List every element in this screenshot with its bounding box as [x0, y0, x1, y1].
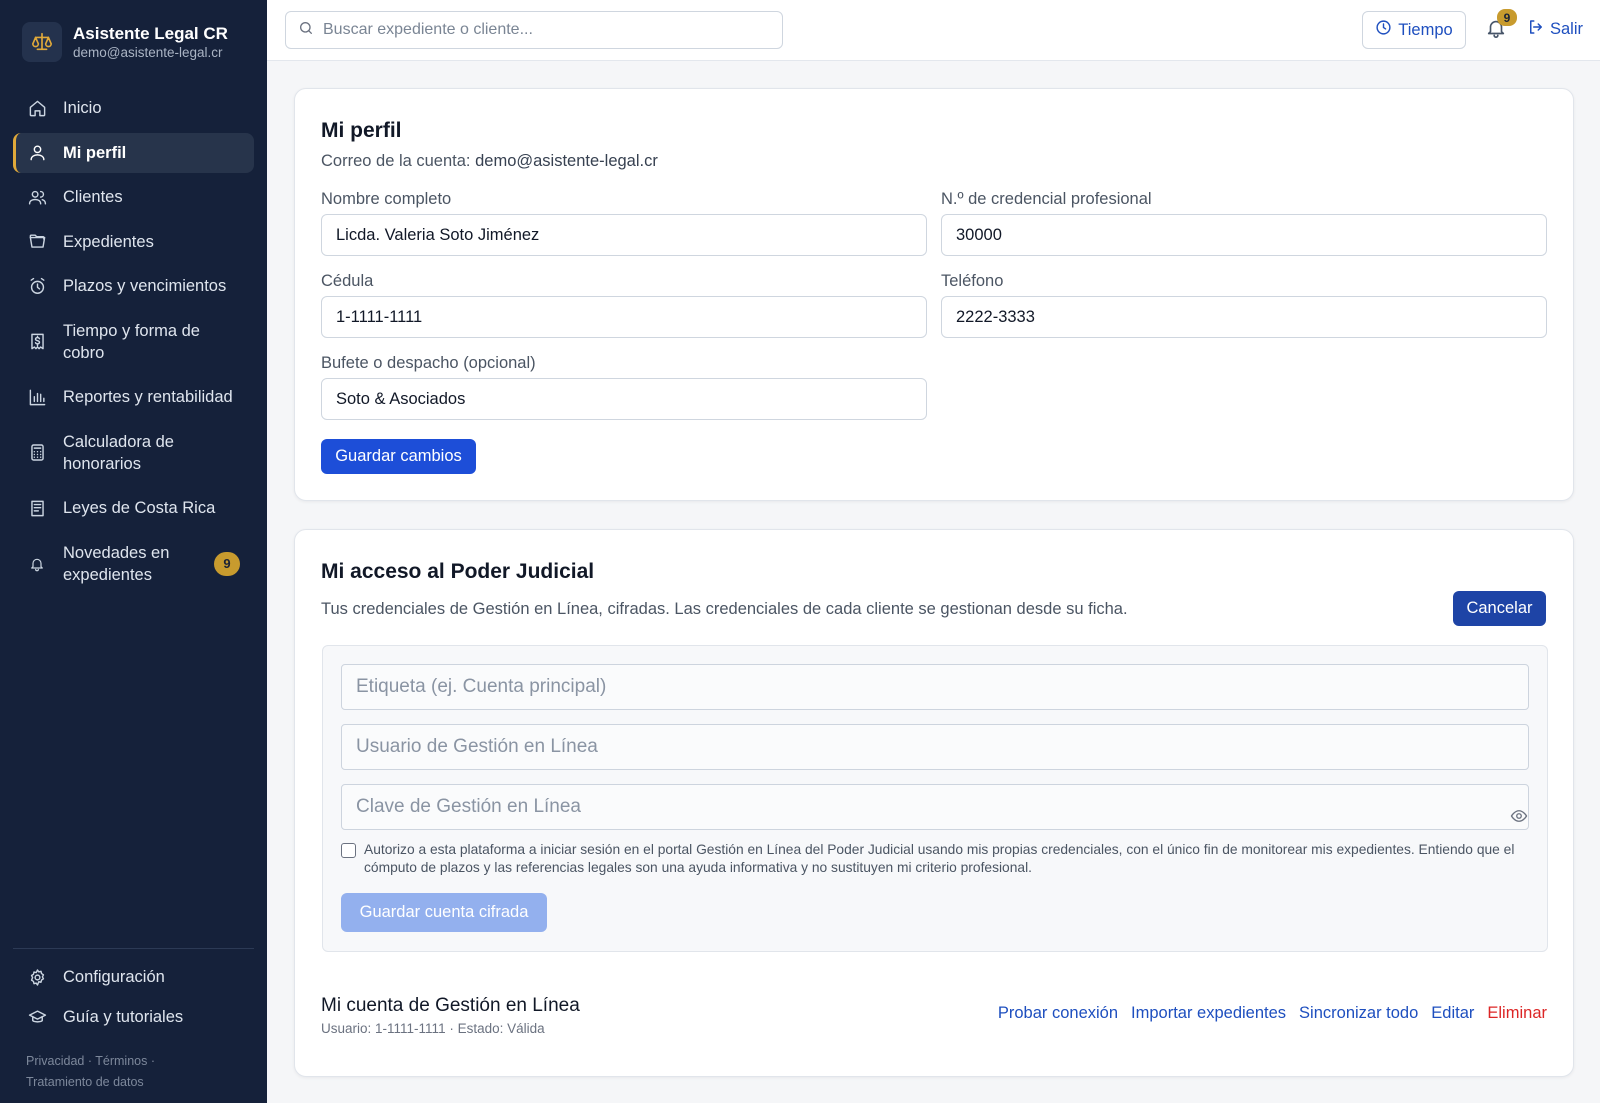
judicial-description: Tus credenciales de Gestión en Línea, ci… [321, 600, 1128, 618]
clock-icon [1375, 19, 1398, 41]
sidebar-item-clientes[interactable]: Clientes [13, 177, 254, 217]
search-box [285, 11, 783, 49]
brand-email: demo@asistente-legal.cr [73, 44, 223, 60]
brand-name: Asistente Legal CR [73, 23, 228, 43]
consent-checkbox[interactable] [341, 843, 356, 858]
credential-label-field[interactable] [341, 664, 1529, 710]
sidebar-bottom: Configuración Guía y tutoriales [13, 948, 254, 1037]
sidebar-nav: Inicio Mi perfil Clientes Expedientes Pl… [13, 88, 254, 599]
sidebar-item-calculadora[interactable]: Calculadora de honorarios [13, 422, 254, 484]
sidebar-item-label: Calculadora de honorarios [63, 432, 174, 473]
profile-title: Mi perfil [321, 119, 402, 142]
sidebar-item-label: Inicio [63, 99, 102, 117]
home-icon [27, 98, 47, 118]
sidebar-item-plazos[interactable]: Plazos y vencimientos [13, 266, 254, 306]
save-encrypted-account-button[interactable]: Guardar cuenta cifrada [341, 893, 547, 932]
edit-link[interactable]: Editar [1431, 1004, 1474, 1023]
sidebar-item-tiempo-cobro[interactable]: Tiempo y forma de cobro [13, 311, 254, 373]
bell-icon [27, 554, 47, 574]
sidebar-item-label: Tiempo y forma de cobro [63, 321, 200, 362]
sidebar-item-label: Plazos y vencimientos [63, 277, 227, 295]
delete-link[interactable]: Eliminar [1487, 1004, 1547, 1023]
alarm-clock-icon [27, 276, 47, 296]
cedula-label: Cédula [321, 272, 374, 290]
sidebar-item-inicio[interactable]: Inicio [13, 88, 254, 128]
import-cases-link[interactable]: Importar expedientes [1131, 1004, 1286, 1023]
judicial-access-card: Mi acceso al Poder Judicial Tus credenci… [294, 529, 1574, 1077]
separator: · [147, 1054, 155, 1068]
cedula-field[interactable] [321, 296, 927, 338]
privacy-link[interactable]: Privacidad [26, 1054, 84, 1068]
sidebar-item-novedades[interactable]: Novedades en expedientes 9 [13, 533, 254, 595]
terms-link[interactable]: Términos [95, 1054, 147, 1068]
credentials-form: Autorizo a esta plataforma a iniciar ses… [322, 645, 1548, 952]
sidebar-item-reportes[interactable]: Reportes y rentabilidad [13, 377, 254, 417]
eye-icon[interactable] [1509, 806, 1529, 826]
book-icon [27, 498, 47, 518]
sidebar-item-label: Mi perfil [63, 143, 127, 162]
telefono-label: Teléfono [941, 272, 1004, 290]
tiempo-label: Tiempo [1398, 20, 1453, 39]
gear-icon [27, 967, 47, 987]
bufete-field[interactable] [321, 378, 927, 420]
gestion-password-field[interactable] [341, 784, 1529, 830]
bufete-label: Bufete o despacho (opcional) [321, 354, 536, 372]
account-title: Mi cuenta de Gestión en Línea [321, 995, 580, 1016]
sidebar-item-label: Configuración [63, 968, 165, 986]
cancel-button[interactable]: Cancelar [1453, 591, 1546, 626]
consent-row: Autorizo a esta plataforma a iniciar ses… [341, 841, 1521, 877]
account-email-value: demo@asistente-legal.cr [475, 152, 658, 170]
account-actions: Probar conexión Importar expedientes Sin… [985, 1004, 1547, 1023]
bar-chart-icon [27, 387, 47, 407]
profile-card: Mi perfil Correo de la cuenta: demo@asis… [294, 88, 1574, 501]
top-bar: Tiempo 9 Salir [267, 0, 1600, 61]
folder-icon [27, 232, 47, 252]
credencial-label: N.º de credencial profesional [941, 190, 1152, 208]
judicial-title: Mi acceso al Poder Judicial [321, 560, 595, 583]
nombre-label: Nombre completo [321, 190, 452, 208]
gestion-user-field[interactable] [341, 724, 1529, 770]
account-email-label: Correo de la cuenta: [321, 152, 471, 170]
sidebar: Asistente Legal CR demo@asistente-legal.… [0, 0, 267, 1103]
save-profile-button[interactable]: Guardar cambios [321, 439, 476, 474]
sidebar-item-expedientes[interactable]: Expedientes [13, 222, 254, 262]
sidebar-item-label: Leyes de Costa Rica [63, 499, 216, 517]
credencial-field[interactable] [941, 214, 1547, 256]
account-status: Usuario: 1-1111-1111 · Estado: Válida [321, 1021, 545, 1036]
graduation-cap-icon [27, 1007, 47, 1027]
test-connection-link[interactable]: Probar conexión [998, 1004, 1118, 1023]
separator: · [84, 1054, 96, 1068]
legal-links: Privacidad · Términos · Tratamiento de d… [26, 1051, 246, 1093]
sidebar-item-label: Guía y tutoriales [63, 1008, 184, 1026]
user-icon [27, 143, 47, 163]
logout-button[interactable]: Salir [1527, 18, 1583, 41]
users-icon [27, 187, 47, 207]
sidebar-item-leyes[interactable]: Leyes de Costa Rica [13, 488, 254, 528]
search-icon [298, 20, 314, 41]
sidebar-item-configuracion[interactable]: Configuración [13, 957, 254, 997]
brand: Asistente Legal CR demo@asistente-legal.… [22, 22, 228, 62]
notification-badge: 9 [1497, 9, 1517, 26]
logout-label: Salir [1550, 20, 1584, 38]
tiempo-button[interactable]: Tiempo [1362, 11, 1466, 49]
data-treatment-link[interactable]: Tratamiento de datos [26, 1075, 144, 1089]
sidebar-item-mi-perfil[interactable]: Mi perfil [13, 132, 254, 173]
sidebar-item-guia[interactable]: Guía y tutoriales [13, 997, 254, 1037]
notification-count-badge: 9 [214, 551, 240, 576]
logout-icon [1527, 18, 1550, 41]
receipt-icon [27, 332, 47, 352]
sidebar-item-label: Clientes [63, 188, 123, 206]
sync-all-link[interactable]: Sincronizar todo [1299, 1004, 1418, 1023]
scales-icon [22, 22, 62, 62]
sidebar-item-label: Expedientes [63, 232, 154, 251]
search-input[interactable] [323, 21, 763, 39]
telefono-field[interactable] [941, 296, 1547, 338]
calculator-icon [27, 443, 47, 463]
account-email-line: Correo de la cuenta: demo@asistente-lega… [321, 152, 658, 171]
sidebar-item-label: Reportes y rentabilidad [63, 388, 233, 406]
nombre-field[interactable] [321, 214, 927, 256]
consent-text: Autorizo a esta plataforma a iniciar ses… [364, 842, 1515, 875]
sidebar-item-label: Novedades en expedientes [63, 543, 170, 584]
